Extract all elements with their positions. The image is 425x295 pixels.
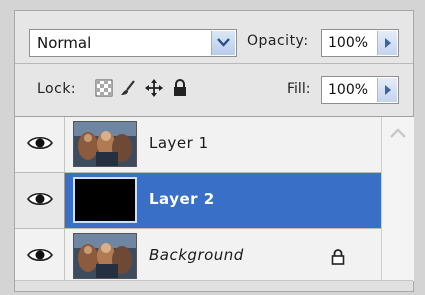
fill-field[interactable]: 100% xyxy=(321,76,399,104)
eye-icon xyxy=(27,136,53,150)
eye-icon xyxy=(27,192,53,206)
layer-thumbnail xyxy=(73,177,137,223)
layers-scrollbar[interactable] xyxy=(381,117,414,281)
layer-name[interactable]: Background xyxy=(149,246,244,264)
lock-position-move-icon[interactable] xyxy=(145,79,163,97)
lock-fill-row: Lock: Fill: 100% xyxy=(15,64,413,117)
fill-slider-arrow-icon[interactable] xyxy=(377,78,397,102)
lock-transparent-pixels-icon[interactable] xyxy=(95,79,113,97)
panel-footer xyxy=(15,280,413,291)
opacity-slider-arrow-icon[interactable] xyxy=(377,31,397,55)
blend-opacity-row: Normal Opacity: 100% xyxy=(15,11,413,64)
fill-label: Fill: xyxy=(287,81,311,97)
layers-list: Layer 1 Layer 2 Background xyxy=(15,117,381,285)
chevron-down-icon[interactable] xyxy=(211,31,235,55)
opacity-label: Opacity: xyxy=(247,33,309,49)
lock-all-icon[interactable] xyxy=(171,79,189,97)
visibility-toggle[interactable] xyxy=(15,173,65,228)
visibility-toggle[interactable] xyxy=(15,229,65,284)
layers-panel: Normal Opacity: 100% Lock: Fill: 100% La… xyxy=(14,10,414,292)
layer-thumbnail xyxy=(73,121,137,167)
eye-icon xyxy=(27,248,53,262)
layer-row-background[interactable]: Background xyxy=(15,229,381,285)
blend-mode-value: Normal xyxy=(37,34,92,52)
lock-icon xyxy=(331,249,345,269)
layer-name[interactable]: Layer 2 xyxy=(149,190,215,208)
visibility-toggle[interactable] xyxy=(15,117,65,172)
lock-image-pixels-brush-icon[interactable] xyxy=(119,79,137,97)
blend-mode-select[interactable]: Normal xyxy=(29,29,237,57)
layer-thumbnail xyxy=(73,233,137,279)
opacity-value: 100% xyxy=(328,35,369,51)
scroll-up-arrow-icon[interactable] xyxy=(390,123,406,142)
opacity-field[interactable]: 100% xyxy=(321,29,399,57)
lock-label: Lock: xyxy=(37,81,77,97)
layer-name[interactable]: Layer 1 xyxy=(149,134,209,152)
layer-row-layer-1[interactable]: Layer 1 xyxy=(15,117,381,173)
layer-row-layer-2[interactable]: Layer 2 xyxy=(15,173,381,229)
fill-value: 100% xyxy=(328,82,369,98)
